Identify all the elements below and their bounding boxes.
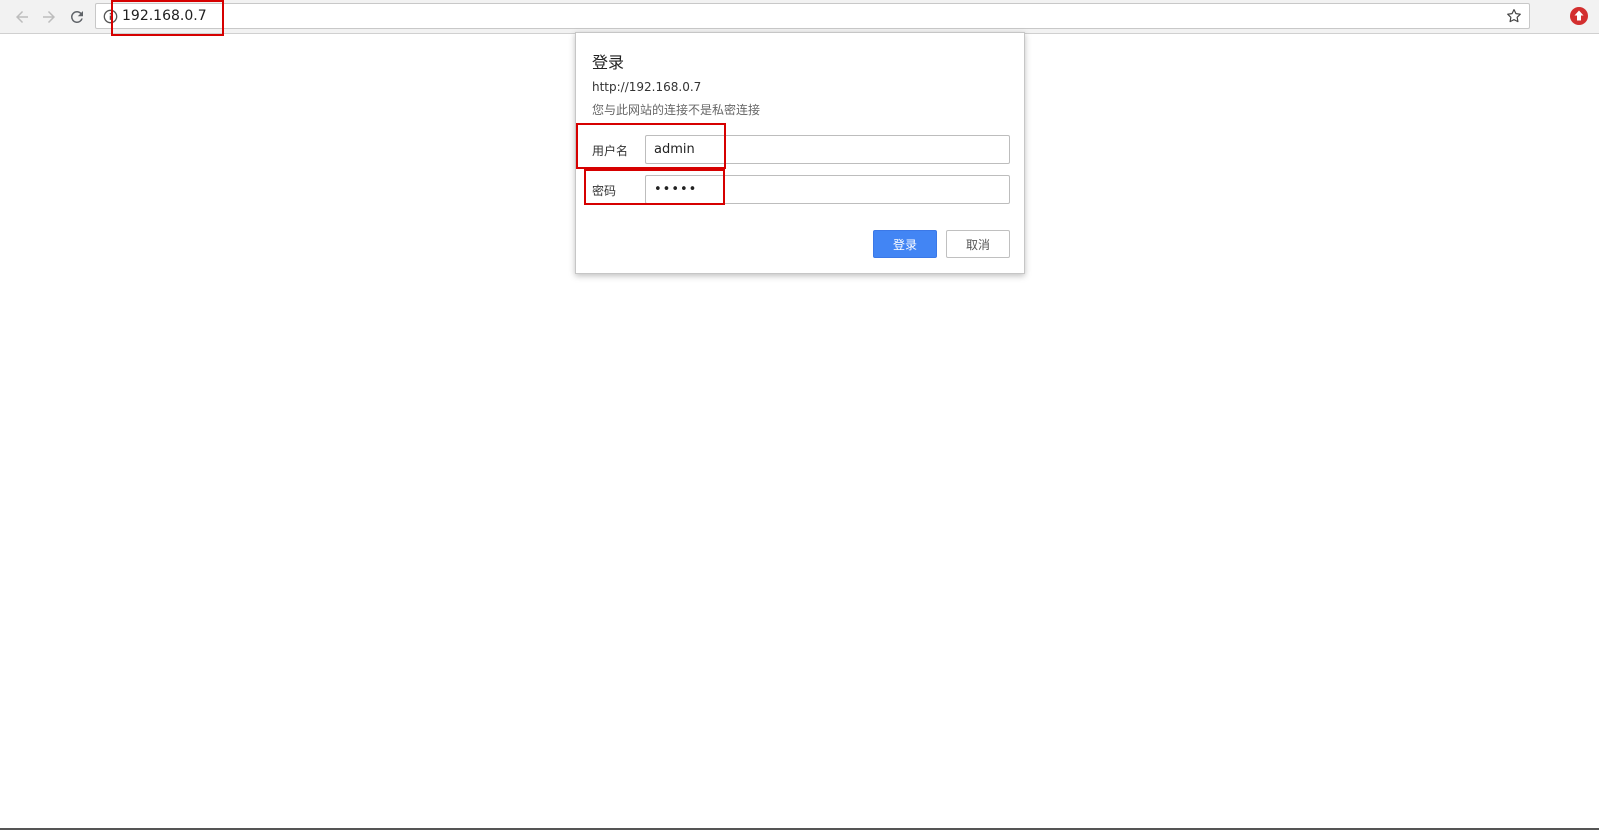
password-label: 密码 — [592, 184, 617, 198]
dialog-privacy-note: 您与此网站的连接不是私密连接 — [592, 103, 761, 117]
password-field[interactable] — [645, 175, 1010, 204]
browser-toolbar: 192.168.0.7 — [0, 0, 1599, 34]
forward-arrow-icon[interactable] — [38, 6, 60, 28]
reload-icon[interactable] — [66, 6, 88, 28]
url-text[interactable]: 192.168.0.7 — [122, 8, 207, 24]
info-icon[interactable] — [103, 9, 118, 24]
address-bar[interactable]: 192.168.0.7 — [95, 3, 1530, 29]
browser-window: 192.168.0.7 登录 http://192.168.0.7 您与此网站的… — [0, 0, 1599, 830]
extension-icon[interactable] — [1569, 6, 1589, 26]
star-icon[interactable] — [1505, 7, 1523, 25]
dialog-title: 登录 — [592, 53, 625, 72]
cancel-button[interactable]: 取消 — [946, 230, 1010, 258]
username-label: 用户名 — [592, 144, 629, 158]
login-button[interactable]: 登录 — [873, 230, 937, 258]
username-field[interactable] — [645, 135, 1010, 164]
login-dialog: 登录 http://192.168.0.7 您与此网站的连接不是私密连接 用户名… — [575, 32, 1025, 274]
dialog-site-url: http://192.168.0.7 — [592, 80, 702, 94]
back-arrow-icon[interactable] — [11, 6, 33, 28]
